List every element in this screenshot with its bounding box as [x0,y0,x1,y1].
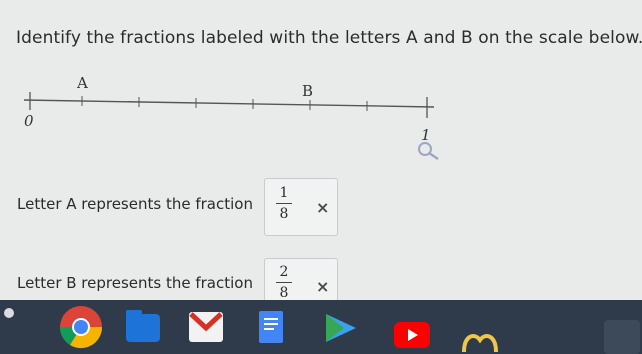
fraction-b-denominator: 8 [279,285,289,301]
answer-row-a-label: Letter A represents the fraction [17,195,253,213]
status-area-icon[interactable] [604,320,640,354]
incorrect-icon-a: × [316,198,330,217]
fraction-a-denominator: 8 [279,206,289,222]
label-B: B [302,82,313,100]
answer-row-b-label: Letter B represents the fraction [17,274,253,292]
fraction-a: 1 8 [272,185,296,222]
number-line: A B 0 1 [23,74,439,160]
docs-icon[interactable] [258,310,284,344]
question-prompt: Identify the fractions labeled with the … [16,28,642,48]
chrome-icon[interactable] [58,304,104,350]
fraction-b-bar [276,282,292,283]
label-1: 1 [421,126,431,144]
gmail-icon[interactable] [188,310,224,344]
magnifier-icon [418,142,439,160]
youtube-icon[interactable] [394,322,430,348]
fraction-b-numerator: 2 [279,264,289,280]
incorrect-icon-b: × [316,277,330,296]
label-0: 0 [24,112,34,130]
label-A: A [76,74,88,92]
files-icon[interactable] [124,308,162,346]
fraction-a-bar [276,203,292,204]
app-icon[interactable] [462,330,498,354]
number-line-axis [23,99,435,108]
play-store-icon[interactable] [324,312,358,344]
fraction-a-numerator: 1 [279,185,289,201]
fraction-b: 2 8 [272,264,296,301]
launcher-icon[interactable] [2,306,16,320]
